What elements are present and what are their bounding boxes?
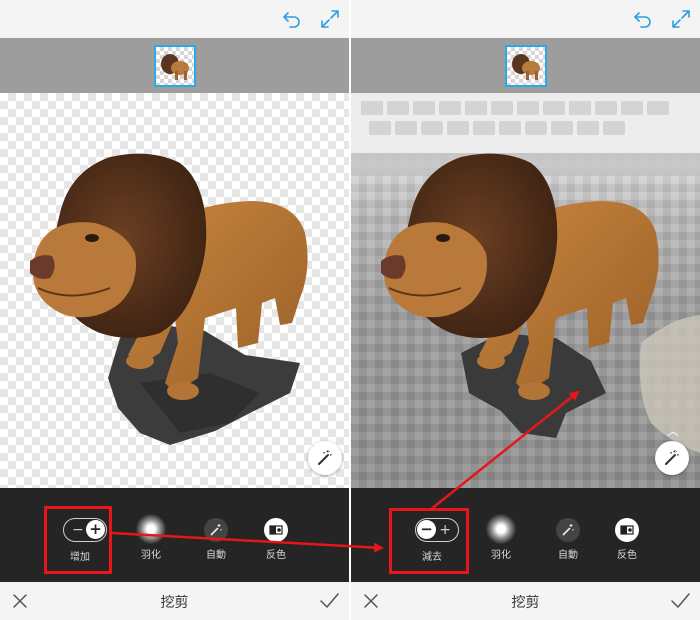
highlight-box bbox=[389, 508, 469, 574]
lion-photo-image bbox=[351, 93, 700, 453]
magic-wand-icon bbox=[318, 450, 332, 465]
undo-icon[interactable] bbox=[281, 8, 303, 30]
page-title: 挖剪 bbox=[511, 595, 540, 611]
bottom-bar: 挖剪 bbox=[0, 582, 349, 620]
undo-icon[interactable] bbox=[632, 8, 654, 30]
tool-label: 自動 bbox=[558, 550, 578, 561]
magic-wand-button[interactable] bbox=[655, 441, 689, 475]
checkmark-icon[interactable] bbox=[670, 591, 690, 611]
page-title: 挖剪 bbox=[160, 595, 189, 611]
auto-wand-icon bbox=[204, 518, 228, 542]
magic-wand-button[interactable] bbox=[308, 441, 342, 475]
top-bar bbox=[0, 0, 349, 38]
layer-thumbnail-strip bbox=[351, 38, 700, 93]
tool-bar: − + 增加 羽化 自動 反色 bbox=[0, 488, 349, 582]
tool-label: 羽化 bbox=[491, 550, 511, 561]
highlight-box bbox=[44, 506, 112, 574]
tool-feather[interactable]: 羽化 bbox=[471, 513, 531, 562]
expand-icon[interactable] bbox=[319, 8, 341, 30]
feather-icon bbox=[135, 513, 167, 545]
tool-invert[interactable]: 反色 bbox=[246, 516, 306, 562]
tool-feather[interactable]: 羽化 bbox=[121, 513, 181, 562]
cutout-canvas[interactable]: ︿ bbox=[351, 93, 700, 488]
tool-auto[interactable]: 自動 bbox=[186, 516, 246, 562]
tool-label: 自動 bbox=[206, 550, 226, 561]
lion-cutout-image bbox=[30, 153, 308, 445]
feather-icon bbox=[485, 513, 517, 545]
tool-bar: − + 減去 羽化 自動 反色 bbox=[351, 488, 700, 582]
layer-thumbnail[interactable] bbox=[153, 45, 196, 87]
magic-wand-icon bbox=[665, 450, 679, 465]
expand-icon[interactable] bbox=[670, 8, 692, 30]
left-editor-panel: − + 增加 羽化 自動 反色 挖剪 bbox=[0, 0, 349, 620]
tool-label: 反色 bbox=[617, 550, 637, 561]
auto-wand-icon bbox=[556, 518, 580, 542]
cutout-canvas[interactable] bbox=[0, 93, 349, 488]
tool-label: 羽化 bbox=[141, 550, 161, 561]
right-editor-panel: ︿ − + 減去 羽化 自動 反色 挖剪 bbox=[351, 0, 700, 620]
chevron-up-icon[interactable]: ︿ bbox=[667, 425, 679, 437]
layer-thumbnail[interactable] bbox=[504, 45, 547, 87]
checkmark-icon[interactable] bbox=[319, 591, 339, 611]
tool-label: 反色 bbox=[266, 550, 286, 561]
bottom-bar: 挖剪 bbox=[351, 582, 700, 620]
tool-auto[interactable]: 自動 bbox=[538, 516, 598, 562]
tool-invert[interactable]: 反色 bbox=[597, 516, 657, 562]
top-bar bbox=[351, 0, 700, 38]
layer-thumbnail-strip bbox=[0, 38, 349, 93]
invert-icon bbox=[615, 518, 639, 542]
invert-icon bbox=[264, 518, 288, 542]
